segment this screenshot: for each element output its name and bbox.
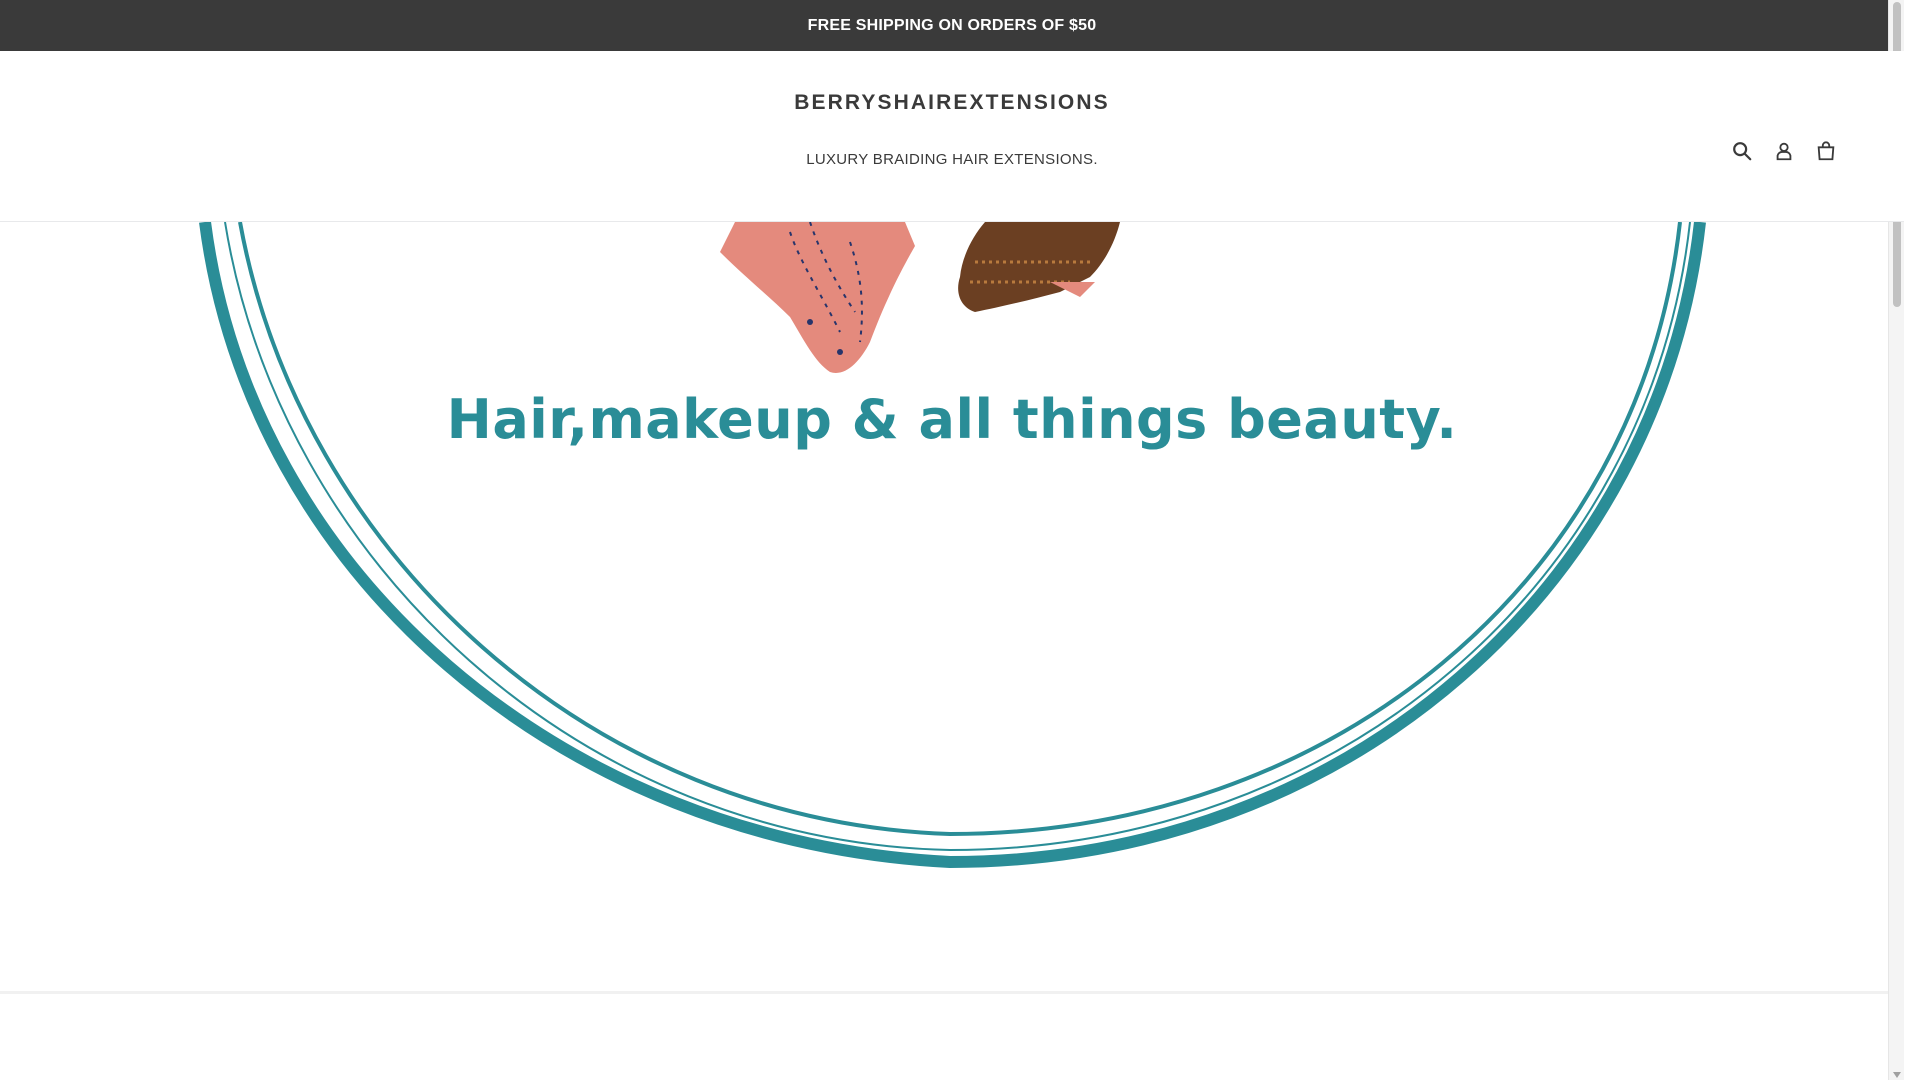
search-icon bbox=[1733, 142, 1752, 161]
braided-hair-illustration bbox=[958, 222, 1120, 312]
account-icon bbox=[1776, 142, 1792, 161]
header-icons bbox=[1730, 139, 1838, 163]
cart-icon bbox=[1817, 141, 1835, 161]
site-logo-link[interactable]: BERRYSHAIREXTENSIONS bbox=[0, 91, 1904, 115]
circle-frame bbox=[199, 222, 1706, 869]
announcement-bar: FREE SHIPPING ON ORDERS OF $50 bbox=[0, 0, 1904, 51]
hero-illustration bbox=[199, 222, 1706, 869]
hero-slogan: Hair,makeup & all things beauty. bbox=[446, 388, 1458, 451]
search-button[interactable] bbox=[1730, 139, 1754, 163]
hero-banner[interactable]: Hair,makeup & all things beauty. bbox=[0, 222, 1904, 994]
site-header: BERRYSHAIREXTENSIONS LUXURY BRAIDING HAI… bbox=[0, 51, 1904, 222]
site-tagline: LUXURY BRAIDING HAIR EXTENSIONS. bbox=[806, 151, 1098, 168]
page: FREE SHIPPING ON ORDERS OF $50 BERRYSHAI… bbox=[0, 0, 1904, 1080]
account-login-button[interactable] bbox=[1772, 139, 1796, 163]
announcement-text: FREE SHIPPING ON ORDERS OF $50 bbox=[807, 16, 1097, 34]
cart-button[interactable] bbox=[1814, 139, 1838, 163]
scroll-down-arrow-icon[interactable] bbox=[1893, 1072, 1901, 1078]
